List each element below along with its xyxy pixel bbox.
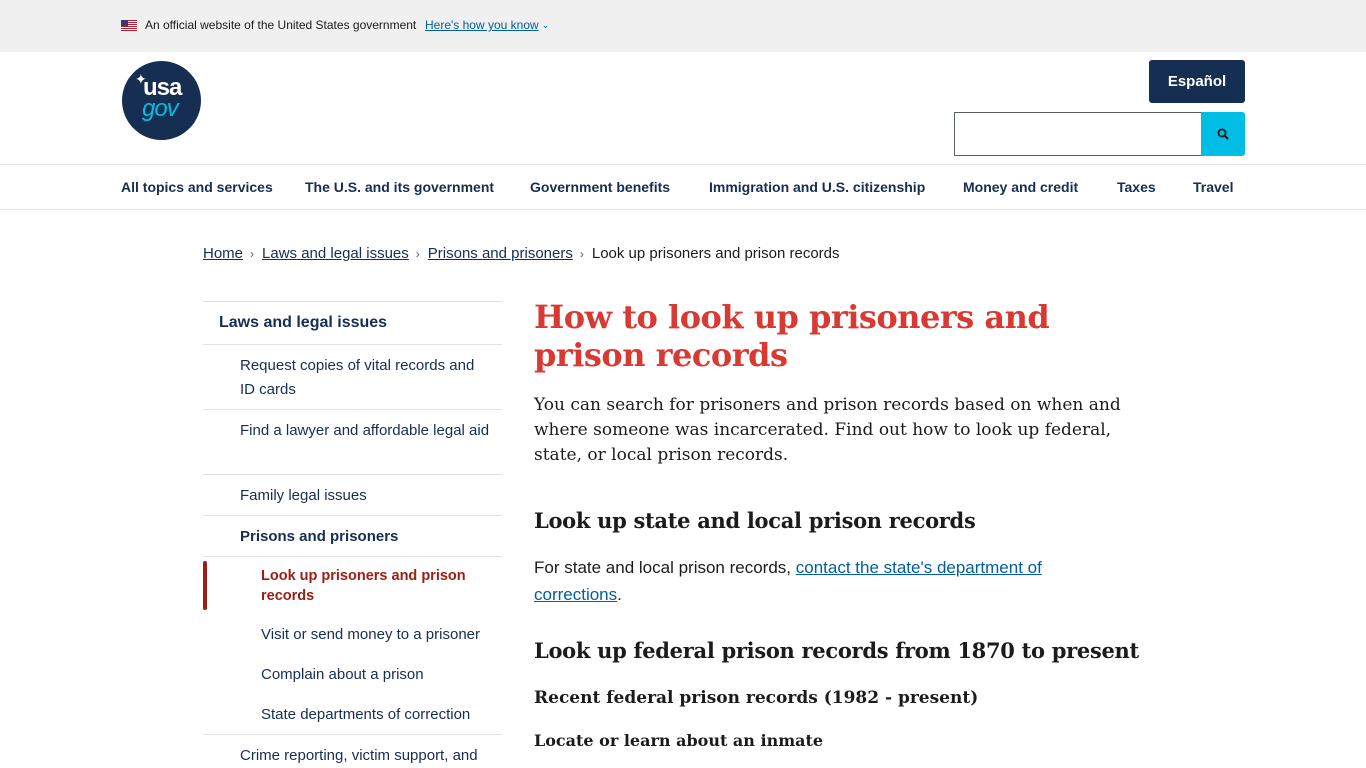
sidenav-item-label: Prisons and prisoners (240, 528, 399, 545)
sidenav-item-state-corrections[interactable]: State departments of correction (203, 696, 502, 735)
sidenav-item-family[interactable]: Family legal issues (203, 474, 502, 515)
nav-government-benefits[interactable]: Government benefits (530, 178, 670, 196)
nav-travel[interactable]: Travel (1193, 178, 1233, 196)
nav-us-government[interactable]: The U.S. and its government (305, 178, 494, 196)
heading-state-local: Look up state and local prison records (534, 508, 976, 533)
sidenav-item-lookup-prisoners[interactable]: Look up prisoners and prison records (203, 556, 502, 616)
sidenav-item-visit-money[interactable]: Visit or send money to a prisoner (203, 616, 502, 656)
logo-gov-text: gov (142, 95, 179, 122)
sidenav-item-label: Complain about a prison (261, 666, 424, 683)
chevron-right-icon: › (579, 247, 584, 261)
how-you-know-label: Here's how you know (425, 18, 539, 32)
breadcrumb-laws[interactable]: Laws and legal issues (262, 245, 409, 262)
sidenav-item-vital-records[interactable]: Request copies of vital records and ID c… (203, 344, 502, 409)
us-flag-icon (121, 20, 137, 31)
state-para-suffix: . (617, 585, 622, 604)
sidenav-item-lawyer[interactable]: Find a lawyer and affordable legal aid (203, 409, 502, 474)
sidenav-item-label: Visit or send money to a prisoner (261, 626, 481, 643)
breadcrumb: Home › Laws and legal issues › Prisons and p… (203, 244, 840, 264)
nav-taxes[interactable]: Taxes (1117, 178, 1156, 196)
active-indicator (203, 561, 207, 610)
how-you-know-link[interactable]: Here's how you know ⌄ (425, 17, 549, 33)
breadcrumb-home[interactable]: Home (203, 245, 243, 262)
search-icon (1217, 128, 1229, 140)
gov-banner: An official website of the United States… (0, 0, 1366, 52)
sidenav-item-crime-reporting[interactable]: Crime reporting, victim support, and (203, 734, 502, 768)
chevron-right-icon: › (415, 247, 420, 261)
site-header: ✦ usa gov Español (0, 52, 1366, 165)
nav-money-credit[interactable]: Money and credit (963, 178, 1078, 196)
breadcrumb-current: Look up prisoners and prison records (591, 245, 840, 262)
search-input[interactable] (954, 112, 1202, 156)
nav-all-topics[interactable]: All topics and services (121, 178, 273, 196)
search-button[interactable] (1201, 112, 1245, 156)
main-nav: All topics and services The U.S. and its… (0, 165, 1366, 210)
chevron-right-icon: › (250, 247, 255, 261)
nav-immigration[interactable]: Immigration and U.S. citizenship (709, 178, 925, 196)
sidenav-parent-laws[interactable]: Laws and legal issues (203, 301, 502, 344)
sidenav-item-complain[interactable]: Complain about a prison (203, 656, 502, 696)
sidenav-item-label: Request copies of vital records and ID c… (240, 357, 475, 398)
sidenav-item-label: Find a lawyer and affordable legal aid (240, 422, 490, 439)
heading-recent-federal: Recent federal prison records (1982 - pr… (534, 688, 979, 708)
official-website-text: An official website of the United States… (145, 18, 417, 32)
usagov-logo[interactable]: ✦ usa gov (122, 61, 201, 140)
sidenav-item-prisons[interactable]: Prisons and prisoners (203, 515, 502, 556)
espanol-button[interactable]: Español (1149, 60, 1245, 103)
sidenav-item-label: Look up prisoners and prison records (261, 568, 466, 604)
sidenav-item-label: State departments of correction (261, 706, 471, 723)
breadcrumb-prisons[interactable]: Prisons and prisoners (428, 245, 573, 262)
heading-federal: Look up federal prison records from 1870… (534, 638, 1139, 663)
state-para-text: For state and local prison records, (534, 558, 796, 577)
state-records-paragraph: For state and local prison records, cont… (534, 554, 1094, 608)
sidenav-item-label: Crime reporting, victim support, and (240, 747, 478, 764)
sidenav-parent-label: Laws and legal issues (219, 314, 388, 331)
chevron-down-icon: ⌄ (541, 20, 550, 30)
intro-paragraph: You can search for prisoners and prison … (534, 395, 1121, 465)
heading-locate-inmate: Locate or learn about an inmate (534, 731, 824, 750)
page-title: How to look up prisoners and prison reco… (534, 298, 1050, 374)
sidenav-item-label: Family legal issues (240, 487, 367, 504)
